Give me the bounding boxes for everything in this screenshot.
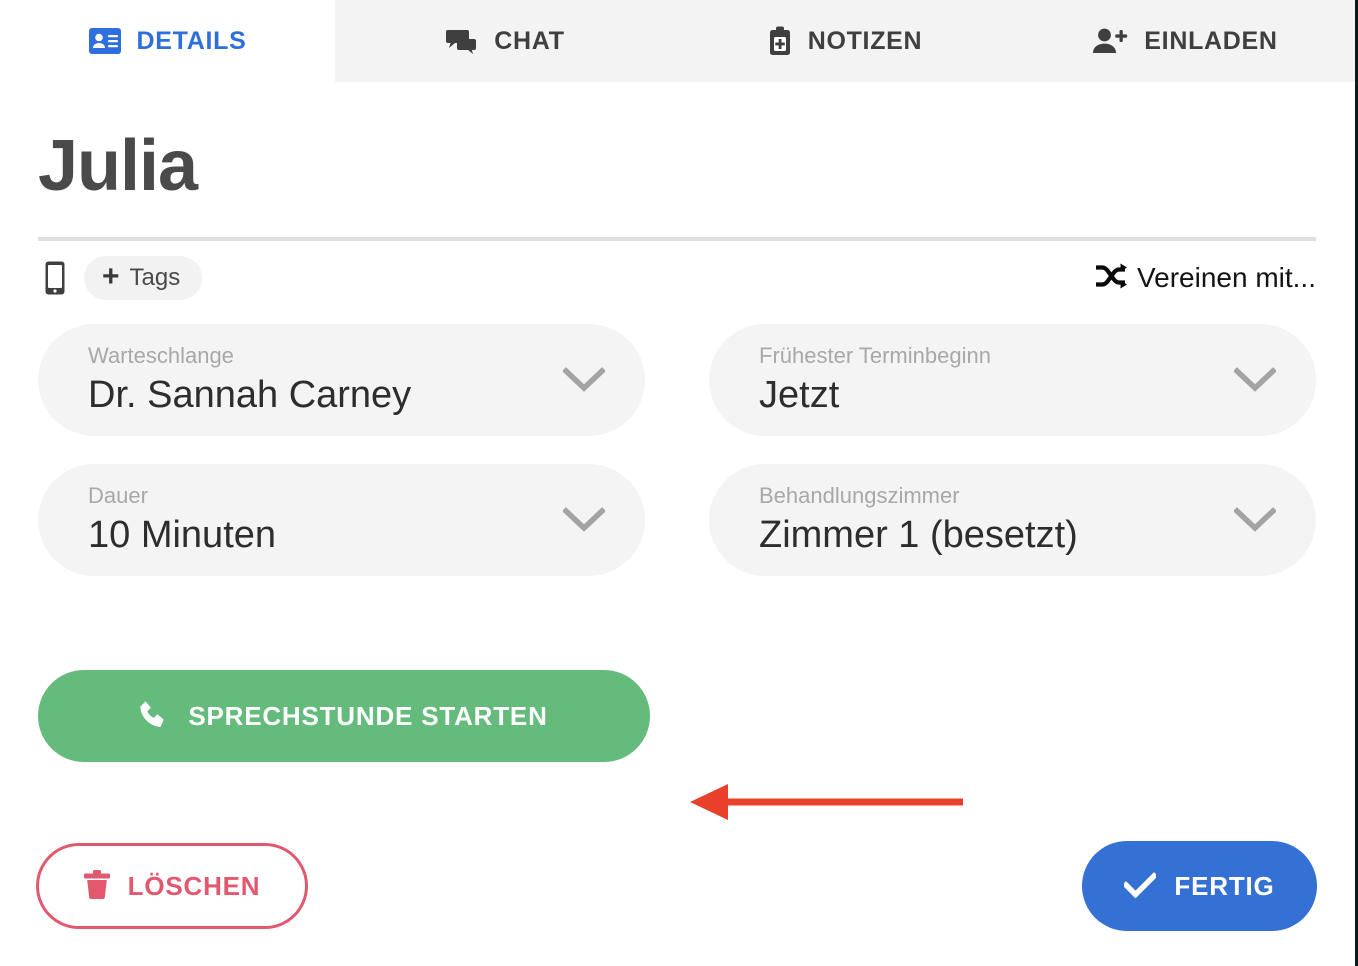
contact-card-icon [88,28,121,54]
annotation-arrow-icon [690,780,965,824]
tab-chat[interactable]: CHAT [335,0,675,82]
page-title: Julia [38,126,198,206]
person-add-icon [1092,27,1128,55]
start-consultation-button[interactable]: SPRECHSTUNDE STARTEN [38,670,650,762]
tab-notizen-label: NOTIZEN [807,26,923,55]
check-icon [1122,871,1159,901]
field-row-2: Dauer 10 Minuten Behandlungszimmer Zimme… [38,464,1316,576]
select-fruehester-terminbeginn-label: Frühester Terminbeginn [759,343,991,368]
tab-chat-label: CHAT [494,26,565,55]
add-tags-button[interactable]: + Tags [84,256,203,300]
fields-grid: Warteschlange Dr. Sannah Carney Früheste… [38,324,1316,604]
select-behandlungszimmer-value: Zimmer 1 (besetzt) [759,513,1078,556]
start-consultation-label: SPRECHSTUNDE STARTEN [188,700,548,731]
tab-einladen-label: EINLADEN [1144,26,1278,55]
plus-icon: + [102,259,120,293]
tab-bar: DETAILS CHAT NOTIZEN EINLADEN [0,0,1355,82]
select-warteschlange-value: Dr. Sannah Carney [88,373,412,416]
shuffle-merge-icon [1095,263,1128,294]
done-label: FERTIG [1174,870,1275,901]
select-warteschlange-label: Warteschlange [88,343,234,368]
tab-einladen[interactable]: EINLADEN [1015,0,1355,82]
select-behandlungszimmer-label: Behandlungszimmer [759,483,960,508]
select-dauer[interactable]: Dauer 10 Minuten [38,464,645,576]
trash-icon [83,870,110,902]
chevron-down-icon [1233,367,1277,393]
chat-bubbles-icon [445,27,478,55]
smartphone-icon[interactable] [38,256,72,300]
select-dauer-value: 10 Minuten [88,513,277,556]
select-fruehester-terminbeginn-value: Jetzt [759,373,840,416]
delete-button[interactable]: LÖSCHEN [36,843,308,929]
field-row-1: Warteschlange Dr. Sannah Carney Früheste… [38,324,1316,436]
chevron-down-icon [562,367,606,393]
phone-icon [140,701,166,731]
tab-details-label: DETAILS [136,26,247,55]
chevron-down-icon [562,507,606,533]
add-tags-label: Tags [129,264,181,291]
tab-details[interactable]: DETAILS [0,0,335,82]
select-warteschlange[interactable]: Warteschlange Dr. Sannah Carney [38,324,645,436]
select-dauer-label: Dauer [88,483,148,508]
details-body: Julia + Tags Vereinen mit... Warteschlan… [0,82,1355,966]
tab-notizen[interactable]: NOTIZEN [675,0,1015,82]
appointment-details-panel: DETAILS CHAT NOTIZEN EINLADEN Julia + Ta… [0,0,1358,966]
tag-row: + Tags Vereinen mit... [38,252,1316,304]
clipboard-medical-icon [768,26,792,56]
done-button[interactable]: FERTIG [1082,841,1317,931]
select-fruehester-terminbeginn[interactable]: Frühester Terminbeginn Jetzt [709,324,1316,436]
select-behandlungszimmer[interactable]: Behandlungszimmer Zimmer 1 (besetzt) [709,464,1316,576]
title-divider [38,237,1316,241]
delete-label: LÖSCHEN [127,870,261,901]
merge-with-label: Vereinen mit... [1137,262,1316,293]
chevron-down-icon [1233,507,1277,533]
merge-with-button[interactable]: Vereinen mit... [1095,262,1316,294]
